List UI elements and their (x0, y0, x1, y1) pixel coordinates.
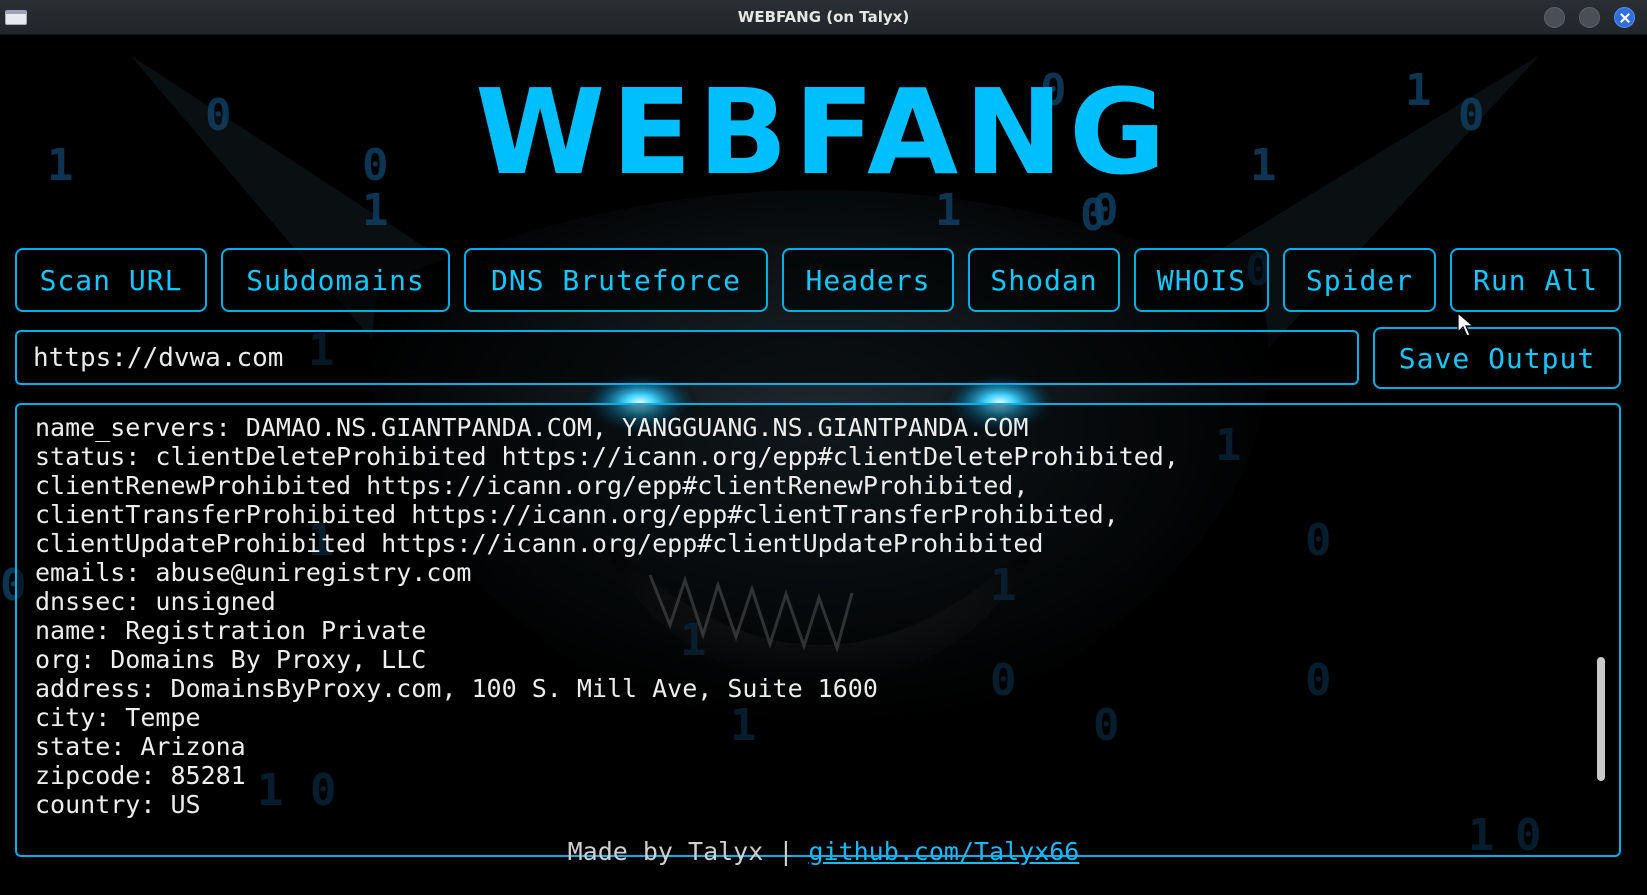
footer-credit: Made by Talyx | (567, 837, 809, 866)
save-output-button[interactable]: Save Output (1373, 327, 1621, 389)
window-titlebar[interactable]: WEBFANG (on Talyx) (0, 0, 1647, 35)
run-all-button[interactable]: Run All (1450, 248, 1621, 312)
output-line: name_servers: DAMAO.NS.GIANTPANDA.COM, Y… (35, 413, 1029, 442)
subdomains-button[interactable]: Subdomains (221, 248, 450, 312)
output-line: zipcode: 85281 (35, 761, 246, 790)
output-line: state: Arizona (35, 732, 246, 761)
output-line: country: US (35, 790, 201, 819)
output-line: clientUpdateProhibited https://icann.org… (35, 529, 1044, 558)
output-line: city: Tempe (35, 703, 201, 732)
output-line: dnssec: unsigned (35, 587, 276, 616)
github-link[interactable]: github.com/Talyx66 (808, 837, 1079, 866)
maximize-button[interactable] (1579, 7, 1600, 28)
dns-bruteforce-button[interactable]: DNS Bruteforce (464, 248, 768, 312)
footer: Made by Talyx | github.com/Talyx66 (0, 837, 1647, 866)
close-button[interactable] (1614, 7, 1635, 28)
output-scrollbar[interactable] (1597, 657, 1605, 781)
output-line: clientTransferProhibited https://icann.o… (35, 500, 1119, 529)
output-text: name_servers: DAMAO.NS.GIANTPANDA.COM, Y… (35, 413, 1579, 819)
output-line: org: Domains By Proxy, LLC (35, 645, 427, 674)
output-line: name: Registration Private (35, 616, 427, 645)
output-line: status: clientDeleteProhibited https://i… (35, 442, 1179, 471)
window-title: WEBFANG (on Talyx) (737, 8, 910, 26)
shodan-button[interactable]: Shodan (968, 248, 1120, 312)
app-main: 010100101100110101001010101 WEBFANG Scan… (0, 35, 1647, 895)
output-line: clientRenewProhibited https://icann.org/… (35, 471, 1029, 500)
mouse-cursor-icon (1457, 312, 1475, 337)
scan-url-button[interactable]: Scan URL (15, 248, 207, 312)
output-console[interactable]: name_servers: DAMAO.NS.GIANTPANDA.COM, Y… (15, 403, 1621, 857)
app-logo-title: WEBFANG (475, 63, 1172, 201)
minimize-button[interactable] (1544, 7, 1565, 28)
whois-button[interactable]: WHOIS (1134, 248, 1269, 312)
url-input[interactable] (15, 330, 1359, 385)
headers-button[interactable]: Headers (782, 248, 954, 312)
spider-button[interactable]: Spider (1283, 248, 1436, 312)
output-line: address: DomainsByProxy.com, 100 S. Mill… (35, 674, 878, 703)
output-line: emails: abuse@uniregistry.com (35, 558, 472, 587)
